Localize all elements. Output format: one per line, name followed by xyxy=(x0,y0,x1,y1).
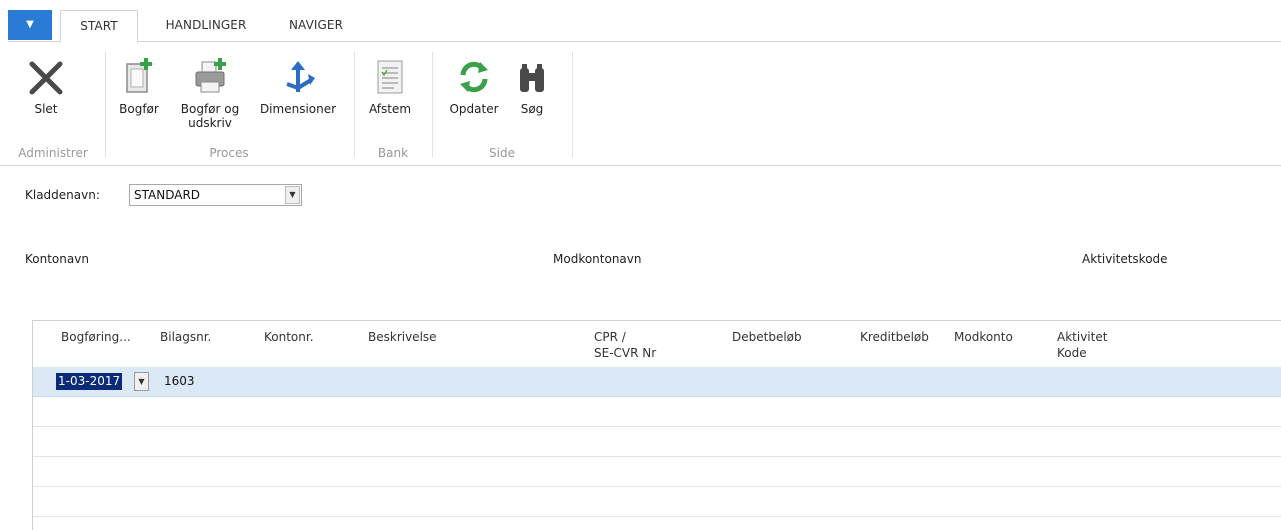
ribbon-tab-bar: ▼ START HANDLINGER NAVIGER xyxy=(0,0,1281,43)
refresh-icon xyxy=(444,52,504,96)
post-print-label-2: udskriv xyxy=(188,116,232,130)
reconcile-icon xyxy=(364,52,416,96)
column-header-description[interactable]: Beskrivelse xyxy=(368,329,437,345)
ribbon-separator xyxy=(572,52,573,157)
batch-name-label: Kladdenavn: xyxy=(25,188,100,202)
group-label-side: Side xyxy=(489,146,515,160)
tab-handlinger[interactable]: HANDLINGER xyxy=(150,10,262,41)
journal-lines-grid: Bogføring... Bilagsnr. Kontonr. Beskrive… xyxy=(32,320,1281,530)
account-name-label: Kontonavn xyxy=(25,252,89,266)
post-button[interactable]: Bogfør xyxy=(117,52,161,116)
batch-name-value: STANDARD xyxy=(134,188,201,202)
chevron-down-icon[interactable]: ▼ xyxy=(285,186,300,204)
post-print-label-1: Bogfør og xyxy=(180,102,240,116)
column-header-credit[interactable]: Kreditbeløb xyxy=(860,329,929,345)
tab-naviger[interactable]: NAVIGER xyxy=(276,10,356,41)
batch-name-select[interactable]: STANDARD ▼ xyxy=(129,184,302,206)
table-row[interactable] xyxy=(33,397,1281,427)
document-no-cell[interactable]: 1603 xyxy=(164,374,195,388)
column-header-activity-line2: Kode xyxy=(1057,346,1087,360)
balancing-account-name-label: Modkontonavn xyxy=(553,252,642,266)
column-header-posting-date[interactable]: Bogføring... xyxy=(61,329,131,345)
table-row[interactable] xyxy=(33,487,1281,517)
search-button[interactable]: Søg xyxy=(512,52,552,116)
activity-code-label: Aktivitetskode xyxy=(1082,252,1168,266)
post-print-icon xyxy=(172,52,248,96)
dimensions-button[interactable]: Dimensioner xyxy=(253,52,343,116)
delete-x-icon xyxy=(16,52,76,96)
delete-label: Slet xyxy=(34,102,58,116)
table-row[interactable]: 1-03-2017 ▼ 1603 xyxy=(33,367,1281,397)
search-label: Søg xyxy=(520,102,544,116)
column-header-debit[interactable]: Debetbeløb xyxy=(732,329,802,345)
table-row[interactable] xyxy=(33,457,1281,487)
dimensions-label: Dimensioner xyxy=(259,102,337,116)
column-header-document-no[interactable]: Bilagsnr. xyxy=(160,329,211,345)
group-label-proces: Proces xyxy=(209,146,249,160)
dimensions-icon xyxy=(253,52,343,96)
chevron-down-icon: ▼ xyxy=(26,19,34,30)
reconcile-label: Afstem xyxy=(368,102,412,116)
binoculars-icon xyxy=(512,52,552,96)
post-print-button[interactable]: Bogfør og udskriv xyxy=(172,52,248,130)
column-header-cpr-line1: CPR / xyxy=(594,330,626,344)
refresh-button[interactable]: Opdater xyxy=(444,52,504,116)
column-header-activity-line1: Aktivitet xyxy=(1057,330,1108,344)
column-header-activity[interactable]: Aktivitet Kode xyxy=(1057,329,1107,361)
posting-date-input[interactable]: 1-03-2017 xyxy=(56,373,123,390)
app-menu-button[interactable]: ▼ xyxy=(8,10,52,40)
group-label-bank: Bank xyxy=(377,146,409,160)
group-label-administrer: Administrer xyxy=(18,146,88,160)
post-document-icon xyxy=(117,52,161,96)
ribbon-separator xyxy=(354,52,355,157)
chevron-down-icon[interactable]: ▼ xyxy=(134,372,149,391)
ribbon-separator xyxy=(432,52,433,157)
column-header-cpr-line2: SE-CVR Nr xyxy=(594,346,657,360)
ribbon-separator xyxy=(105,52,106,157)
delete-button[interactable]: Slet xyxy=(16,52,76,116)
column-header-cpr[interactable]: CPR / SE-CVR Nr xyxy=(594,329,656,361)
column-header-balancing-account[interactable]: Modkonto xyxy=(954,329,1013,345)
refresh-label: Opdater xyxy=(449,102,499,116)
tab-start[interactable]: START xyxy=(60,10,138,43)
grid-border xyxy=(32,320,1281,321)
post-label: Bogfør xyxy=(119,102,159,116)
table-row[interactable] xyxy=(33,427,1281,457)
column-header-account-no[interactable]: Kontonr. xyxy=(264,329,314,345)
reconcile-button[interactable]: Afstem xyxy=(364,52,416,116)
